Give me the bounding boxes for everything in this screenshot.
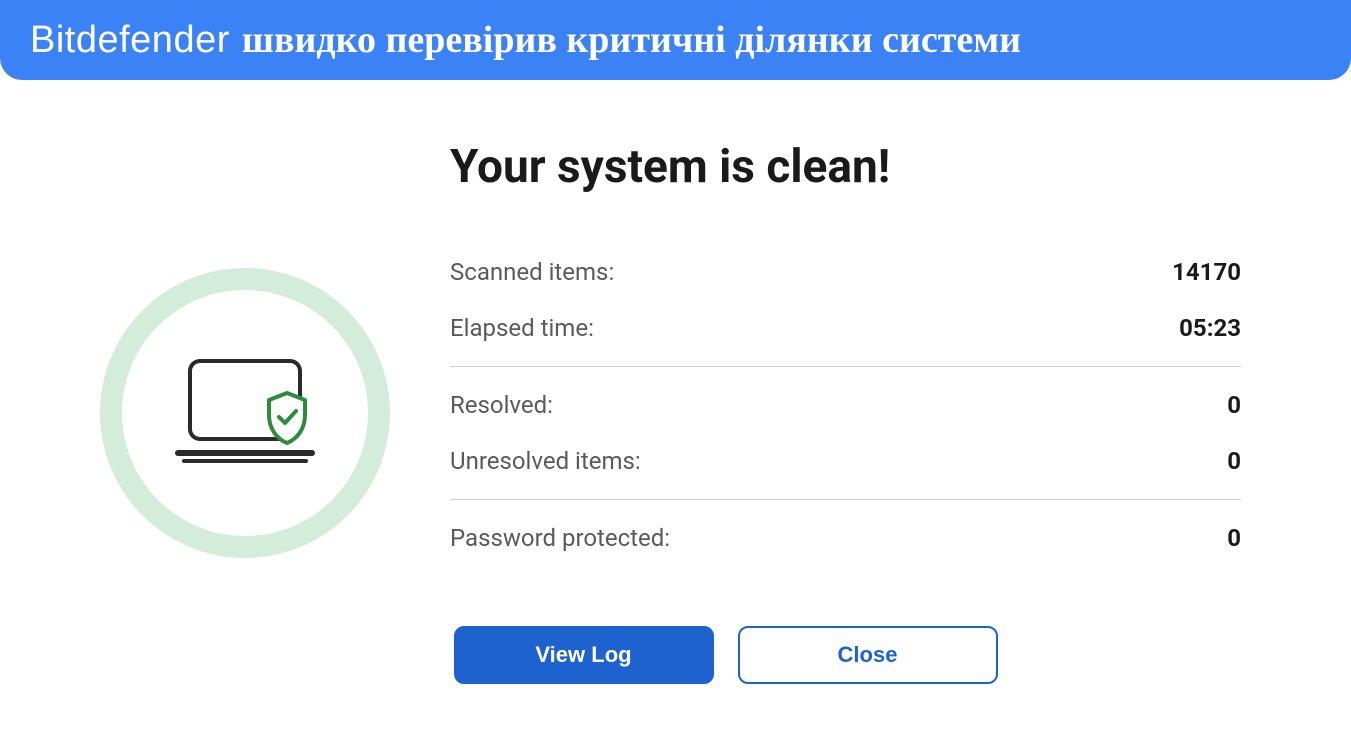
caption-banner: Bitdefender швидко перевірив критичні ді… bbox=[0, 0, 1351, 80]
close-button[interactable]: Close bbox=[738, 626, 998, 684]
laptop-shield-icon bbox=[170, 353, 320, 473]
stat-label: Scanned items: bbox=[450, 258, 614, 286]
scan-result-content: Your system is clean! Scanned items: 141… bbox=[0, 80, 1351, 586]
brand-name: Bitdefender bbox=[30, 19, 230, 62]
stat-value: 0 bbox=[1227, 524, 1241, 552]
stat-unresolved: Unresolved items: 0 bbox=[450, 433, 1241, 489]
divider bbox=[450, 366, 1241, 367]
stat-value: 05:23 bbox=[1179, 314, 1241, 342]
stat-value: 0 bbox=[1227, 447, 1241, 475]
status-ring bbox=[100, 268, 390, 558]
stat-value: 14170 bbox=[1172, 258, 1241, 286]
divider bbox=[450, 499, 1241, 500]
view-log-button[interactable]: View Log bbox=[454, 626, 714, 684]
action-buttons: View Log Close bbox=[0, 626, 1351, 684]
status-icon-column bbox=[100, 140, 390, 566]
stat-resolved: Resolved: 0 bbox=[450, 377, 1241, 433]
stat-label: Resolved: bbox=[450, 391, 553, 419]
stat-label: Password protected: bbox=[450, 524, 670, 552]
stat-elapsed-time: Elapsed time: 05:23 bbox=[450, 300, 1241, 356]
stat-value: 0 bbox=[1227, 391, 1241, 419]
stat-label: Elapsed time: bbox=[450, 314, 594, 342]
stat-label: Unresolved items: bbox=[450, 447, 641, 475]
caption-text: швидко перевірив критичні ділянки систем… bbox=[242, 18, 1021, 62]
stat-scanned-items: Scanned items: 14170 bbox=[450, 244, 1241, 300]
result-heading: Your system is clean! bbox=[450, 140, 1241, 194]
stat-password-protected: Password protected: 0 bbox=[450, 510, 1241, 566]
scan-details: Your system is clean! Scanned items: 141… bbox=[450, 140, 1301, 566]
